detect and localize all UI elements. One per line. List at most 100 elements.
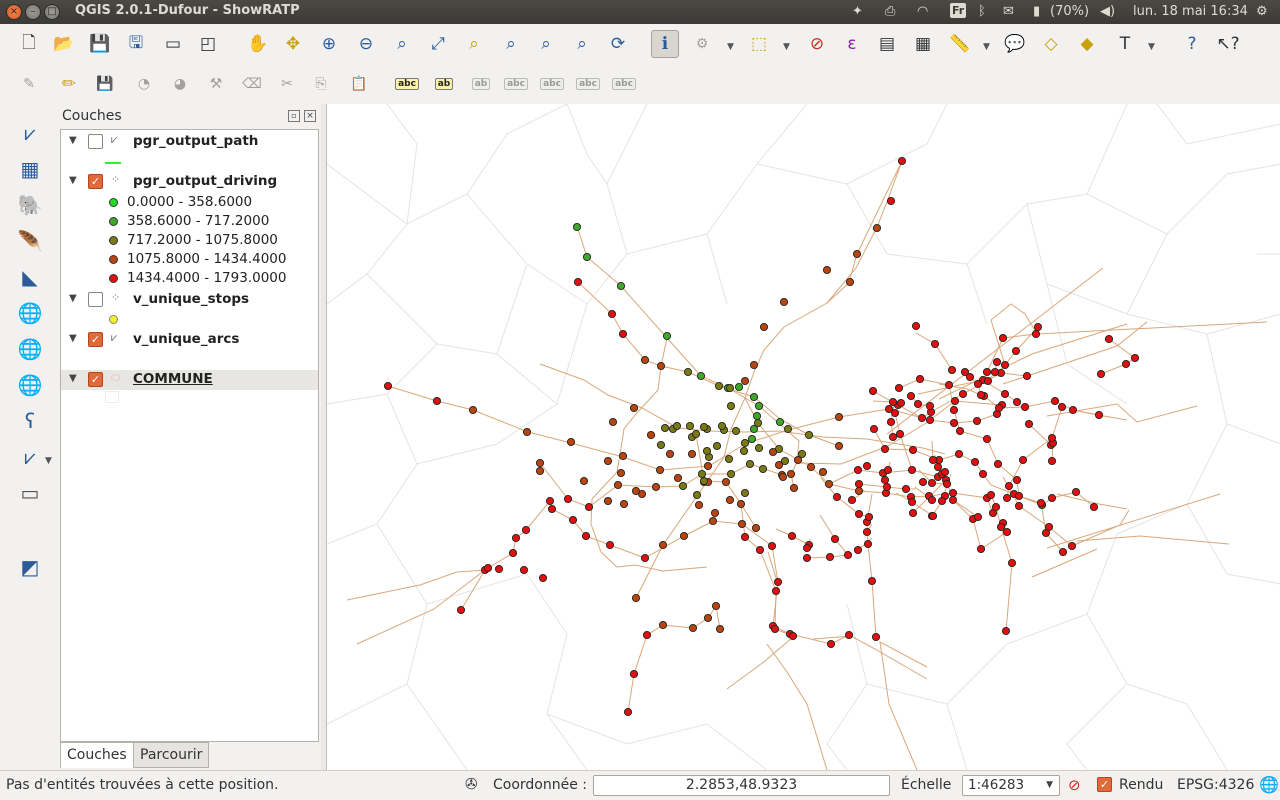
add-wms-layer-icon[interactable]: 🌐 <box>15 298 45 328</box>
map-tips-icon[interactable]: 💬 <box>1001 30 1029 58</box>
delete-selected-icon[interactable]: ⌫ <box>238 70 266 98</box>
remove-layer-icon[interactable]: ▭ <box>15 478 45 508</box>
layer-row-pgr-output-path[interactable]: ▼ ⩗ pgr_output_path <box>61 132 318 152</box>
volume-icon[interactable]: ◀) <box>1100 4 1115 19</box>
layer-visibility-checkbox[interactable]: ✓ <box>88 372 103 387</box>
battery-icon[interactable]: ▮ <box>1033 4 1040 19</box>
close-window-button[interactable]: × <box>6 4 22 20</box>
zoom-to-layer-icon[interactable]: ⌕ <box>497 30 525 58</box>
zoom-to-selection-icon[interactable]: ⌕ <box>460 30 488 58</box>
georeferencer-icon[interactable]: ◩ <box>15 552 45 582</box>
zoom-out-icon[interactable]: ⊖ <box>352 30 380 58</box>
toggle-editing-icon[interactable]: ✏ <box>55 70 83 98</box>
bluetooth-icon[interactable]: ᛒ <box>978 4 986 19</box>
new-print-composer-icon[interactable]: ▭ <box>159 30 187 58</box>
identify-features-icon[interactable]: ℹ <box>651 30 679 58</box>
chevron-down-icon[interactable]: ▼ <box>983 42 990 52</box>
layer-row-v-unique-arcs[interactable]: ▼ ✓ ⩗ v_unique_arcs <box>61 330 318 350</box>
zoom-last-icon[interactable]: ⌕ <box>532 30 560 58</box>
session-gear-icon[interactable]: ⚙ <box>1256 4 1268 19</box>
new-vector-layer-icon[interactable]: ⩗ <box>15 442 45 472</box>
pan-map-icon[interactable]: ✋ <box>244 30 272 58</box>
render-checkbox[interactable]: ✓ <box>1097 777 1112 792</box>
deselect-all-icon[interactable]: ⊘ <box>803 30 831 58</box>
node-tool-icon[interactable]: ⚒ <box>202 70 230 98</box>
add-feature-icon[interactable]: ◔ <box>130 70 158 98</box>
move-feature-icon[interactable]: ◕ <box>166 70 194 98</box>
scale-select[interactable]: 1:46283 ▼ <box>962 775 1060 796</box>
measure-line-icon[interactable]: 📏 <box>946 30 974 58</box>
text-annotation-icon[interactable]: T <box>1111 30 1139 58</box>
composer-manager-icon[interactable]: ◰ <box>194 30 222 58</box>
expand-arrow-icon[interactable]: ▼ <box>69 293 77 304</box>
rotate-label-icon[interactable]: abc <box>574 70 602 98</box>
layer-row-commune[interactable]: ▼ ✓ ⬭ COMMUNE <box>61 370 318 390</box>
new-bookmark-icon[interactable]: ◇ <box>1037 30 1065 58</box>
dropbox-icon[interactable]: ✦ <box>852 4 863 19</box>
field-calculator-icon[interactable]: ▦ <box>909 30 937 58</box>
coordinate-field[interactable]: 2.2853,48.9323 <box>593 775 890 796</box>
add-raster-layer-icon[interactable]: ▦ <box>15 154 45 184</box>
label-settings-icon[interactable]: abc <box>393 70 421 98</box>
add-vector-layer-icon[interactable]: ⩗ <box>15 118 45 148</box>
layer-visibility-checkbox[interactable]: ✓ <box>88 174 103 189</box>
zoom-in-icon[interactable]: ⊕ <box>315 30 343 58</box>
zoom-actual-size-icon[interactable]: ⌕ <box>388 30 416 58</box>
show-hide-labels-icon[interactable]: abc <box>502 70 530 98</box>
add-postgis-layer-icon[interactable]: 🐘 <box>15 190 45 220</box>
toggle-extents-icon[interactable]: ✇ <box>465 775 485 795</box>
copy-features-icon[interactable]: ⎘ <box>307 70 335 98</box>
minimize-window-button[interactable]: – <box>25 4 41 20</box>
keyboard-layout-indicator[interactable]: Fr <box>950 3 967 18</box>
select-features-icon[interactable]: ⬚ <box>745 30 773 58</box>
show-bookmarks-icon[interactable]: ◆ <box>1073 30 1101 58</box>
paste-features-icon[interactable]: 📋 <box>345 70 373 98</box>
new-project-icon[interactable]: 🗋 <box>15 30 43 58</box>
select-by-expression-icon[interactable]: ε <box>838 30 866 58</box>
help-contents-icon[interactable]: ? <box>1178 30 1206 58</box>
wifi-icon[interactable]: ◠ <box>917 4 928 19</box>
expand-arrow-icon[interactable]: ▼ <box>69 333 77 344</box>
whats-this-icon[interactable]: ↖? <box>1214 30 1242 58</box>
run-feature-action-icon[interactable]: ⚙ <box>688 30 716 58</box>
highlight-pinned-labels-icon[interactable]: ab <box>467 70 495 98</box>
add-delimited-text-layer-icon[interactable]: ʕ <box>15 406 45 436</box>
crs-button[interactable]: EPSG:4326 <box>1177 777 1254 793</box>
zoom-full-icon[interactable]: ⤢ <box>424 30 452 58</box>
layer-row-pgr-output-driving[interactable]: ▼ ✓ ⁘ pgr_output_driving <box>61 172 318 192</box>
add-wcs-layer-icon[interactable]: 🌐 <box>15 334 45 364</box>
chevron-down-icon[interactable]: ▼ <box>1148 42 1155 52</box>
chevron-down-icon[interactable]: ▼ <box>783 42 790 52</box>
close-panel-button[interactable]: × <box>304 110 316 122</box>
tab-parcourir[interactable]: Parcourir <box>133 742 210 768</box>
mail-icon[interactable]: ✉ <box>1003 4 1014 19</box>
layer-visibility-checkbox[interactable]: ✓ <box>88 332 103 347</box>
pin-labels-icon[interactable]: ab <box>430 70 458 98</box>
move-label-icon[interactable]: abc <box>538 70 566 98</box>
layer-visibility-checkbox[interactable] <box>88 134 103 149</box>
zoom-next-icon[interactable]: ⌕ <box>568 30 596 58</box>
crs-globe-icon[interactable]: 🌐 <box>1259 775 1279 794</box>
cut-features-icon[interactable]: ✂ <box>273 70 301 98</box>
save-layer-edits-icon[interactable]: 💾 <box>91 70 119 98</box>
save-as-icon[interactable]: 🖫 <box>122 30 150 58</box>
printer-icon[interactable]: ⎙ <box>885 4 895 19</box>
add-wfs-layer-icon[interactable]: 🌐 <box>15 370 45 400</box>
chevron-down-icon[interactable]: ▼ <box>727 42 734 52</box>
save-project-icon[interactable]: 💾 <box>86 30 114 58</box>
maximize-window-button[interactable]: □ <box>44 4 60 20</box>
clock[interactable]: lun. 18 mai 16:34 <box>1133 4 1248 19</box>
attribute-table-icon[interactable]: ▤ <box>873 30 901 58</box>
expand-arrow-icon[interactable]: ▼ <box>69 373 77 384</box>
chevron-down-icon[interactable]: ▼ <box>45 456 52 466</box>
tab-couches[interactable]: Couches <box>60 742 134 768</box>
current-edits-icon[interactable]: ✎ <box>15 70 43 98</box>
layer-row-v-unique-stops[interactable]: ▼ ⁘ v_unique_stops <box>61 290 318 310</box>
open-project-icon[interactable]: 📂 <box>50 30 78 58</box>
expand-arrow-icon[interactable]: ▼ <box>69 135 77 146</box>
pan-to-selection-icon[interactable]: ✥ <box>279 30 307 58</box>
stop-render-icon[interactable]: ⊘ <box>1068 776 1081 794</box>
add-mssql-layer-icon[interactable]: ◣ <box>15 262 45 292</box>
map-canvas[interactable] <box>326 104 1280 770</box>
layer-visibility-checkbox[interactable] <box>88 292 103 307</box>
